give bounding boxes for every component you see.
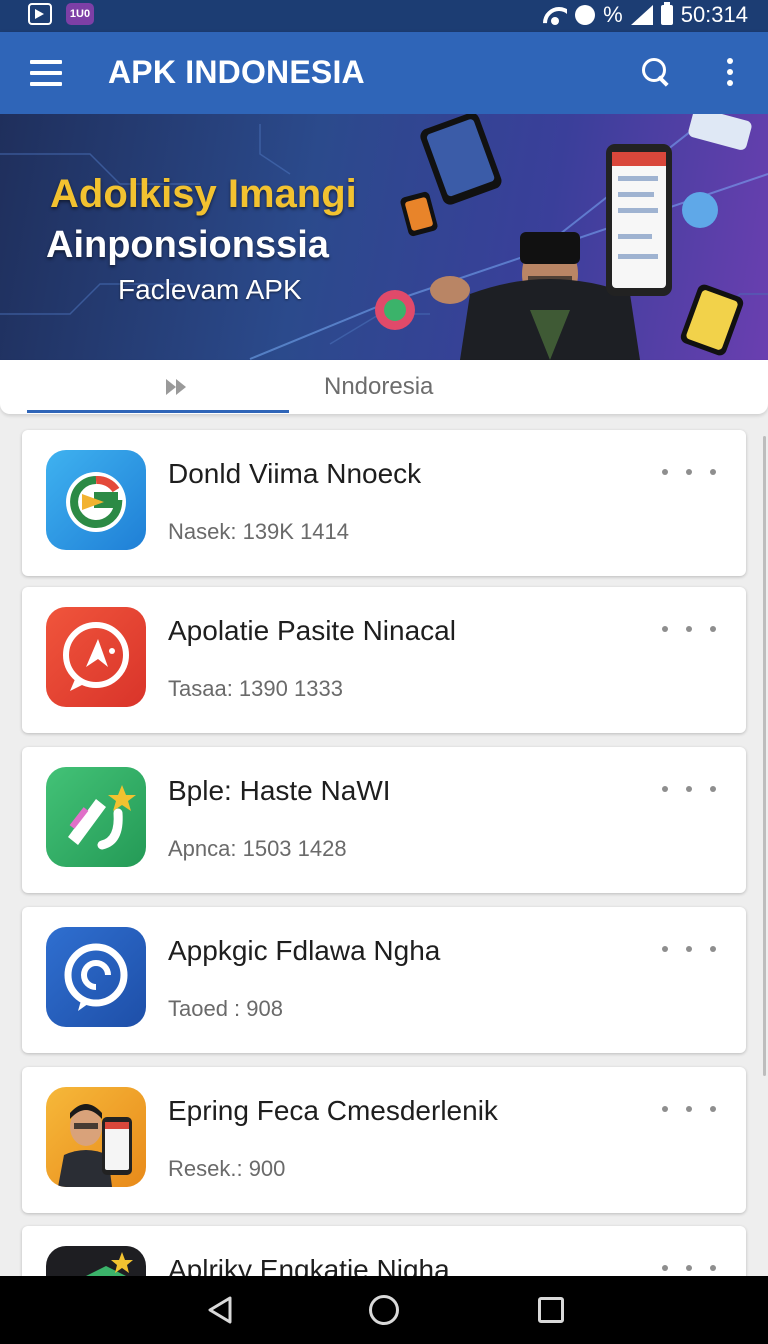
app-title: Apolatie Pasite Ninacal <box>168 615 456 646</box>
list-item[interactable]: Bple: Haste NaWI Apnca: 1503 1428 <box>22 747 746 893</box>
pen-star-icon <box>46 767 146 867</box>
signal-icon <box>630 5 653 25</box>
chat-spiral-icon <box>46 927 146 1027</box>
list-item[interactable]: Donld Viima Nnoeck Nasek: 139K 1414 <box>22 430 746 576</box>
app-title: Bple: Haste NaWI <box>168 775 391 806</box>
app-title: APK INDONESIA <box>108 54 365 90</box>
more-options-icon[interactable] <box>662 1265 716 1271</box>
list-item[interactable]: Appkgic Fdlawa Ngha Taoed : 908 <box>22 907 746 1053</box>
more-options-icon[interactable] <box>662 626 716 632</box>
notification-icons: 1U0 <box>28 3 94 25</box>
banner-headline: Adolkisy Imangi <box>50 172 357 216</box>
app-title: Appkgic Fdlawa Ngha <box>168 935 441 966</box>
more-options-icon[interactable] <box>662 469 716 475</box>
scrollbar[interactable] <box>763 436 766 1076</box>
notification-app-icon: 1U0 <box>66 3 94 25</box>
tab-indicator <box>27 410 289 413</box>
banner-tagline: Faclevam APK <box>118 274 302 305</box>
alarm-icon <box>575 5 596 25</box>
chat-arrow-icon <box>46 607 146 707</box>
back-icon[interactable] <box>206 1296 234 1324</box>
battery-percent-text: % <box>603 2 623 27</box>
menu-icon[interactable] <box>30 60 62 86</box>
wifi-icon <box>543 5 567 25</box>
more-vert-icon[interactable] <box>724 58 736 90</box>
battery-icon <box>660 2 673 25</box>
tab-bar: Nndoresia <box>0 360 768 414</box>
more-options-icon[interactable] <box>662 946 716 952</box>
more-options-icon[interactable] <box>662 786 716 792</box>
app-title: Donld Viima Nnoeck <box>168 458 422 489</box>
system-nav-bar <box>0 1276 768 1344</box>
banner-subheadline: Ainponsionssia <box>46 224 329 266</box>
status-bar: 1U0 % 50:314 <box>0 0 768 32</box>
promo-banner[interactable]: Adolkisy Imangi Ainponsionssia Faclevam … <box>0 114 768 360</box>
more-options-icon[interactable] <box>662 1106 716 1112</box>
app-title: Epring Feca Cmesderlenik <box>168 1095 498 1126</box>
recents-icon[interactable] <box>538 1297 564 1323</box>
clock: 50:314 <box>680 2 748 27</box>
app-meta: Nasek: 139K 1414 <box>168 519 350 544</box>
app-meta: Resek.: 900 <box>168 1156 286 1181</box>
app-meta: Apnca: 1503 1428 <box>168 836 347 861</box>
screen-cast-icon <box>28 3 52 25</box>
app-meta: Taoed : 908 <box>168 996 283 1021</box>
list-item[interactable]: Epring Feca Cmesderlenik Resek.: 900 <box>22 1067 746 1213</box>
person-phone-icon <box>46 1087 146 1187</box>
app-bar: APK INDONESIA <box>0 32 768 114</box>
system-icons: % 50:314 <box>543 2 748 28</box>
list-item[interactable]: Apolatie Pasite Ninacal Tasaa: 1390 1333 <box>22 587 746 733</box>
tab-indonesia[interactable]: Nndoresia <box>324 373 433 401</box>
g-arrow-icon <box>46 450 146 550</box>
home-icon[interactable] <box>369 1295 399 1325</box>
app-meta: Tasaa: 1390 1333 <box>168 676 343 701</box>
fast-forward-icon[interactable] <box>166 377 192 397</box>
search-icon[interactable] <box>642 58 672 88</box>
